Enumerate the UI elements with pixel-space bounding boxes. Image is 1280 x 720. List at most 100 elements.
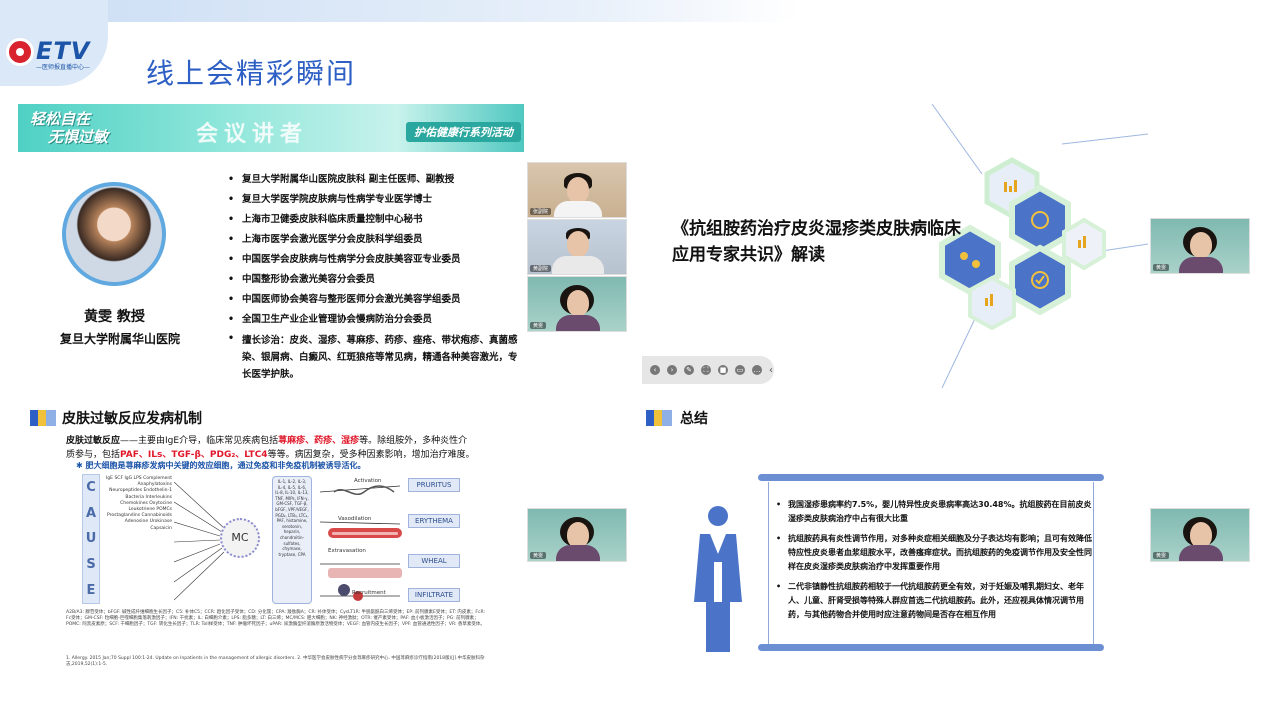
participant-video-6[interactable]: 黄雯 (1150, 508, 1250, 562)
summary-point: 抗组胺药具有炎性调节作用，对多种炎症相关细胞及分子表达均有影响；且可有效降低特应… (774, 532, 1096, 574)
participant-name-tag: 黄雯 (530, 322, 547, 329)
participant-name-tag: 张副院 (530, 208, 552, 215)
credential-item: 复旦大学附属华山医院皮肤科 副主任医师、副教授 (228, 170, 520, 190)
credential-item: 上海市医学会激光医学分会皮肤科学组委员 (228, 230, 520, 250)
credential-item: 中国整形协会激光美容分会委员 (228, 270, 520, 290)
speaker-slide: 轻松自在 无惧过敏 会议讲者 护佑健康行系列活动 黄雯 教授 复旦大学附属华山医… (18, 104, 526, 388)
participant-body (556, 315, 600, 331)
effect-arrow (319, 521, 401, 525)
abbreviation-footnote: A2B/A3: 腺苷受体；bFGF: 碱性成纤维细胞生长因子；C5: 补体C5；… (66, 610, 485, 627)
participant-video-2[interactable]: 黄副院 (527, 219, 627, 275)
banner-tag: 护佑健康行系列活动 (406, 122, 521, 142)
collapse-toolbar-icon[interactable]: ‹ (769, 365, 773, 376)
para-highlight: 荨麻疹、药疹、湿疹 (278, 436, 360, 446)
page-title: 线上会精彩瞬间 (146, 57, 357, 90)
para-text: 等等。病因复杂，受多种因素影响，增加治疗难度。 (267, 450, 475, 460)
speaker-photo (62, 182, 166, 286)
chart-bar-icon (1014, 180, 1017, 192)
references: 1. Allergy. 2015 Jan;70 Suppl 100:1-24. … (66, 656, 485, 667)
participant-name-tag: 黄雯 (530, 552, 547, 559)
prev-slide-button[interactable]: ‹ (650, 365, 660, 375)
summary-point: 二代非镇静性抗组胺药相较于一代抗组胺药更全有效，对于妊娠及哺乳期妇女、老年人、儿… (774, 580, 1096, 622)
chart-bar-icon (1083, 236, 1086, 248)
participant-face (1190, 232, 1212, 258)
vessel-icon (332, 532, 398, 535)
chart-bar-icon (1004, 182, 1007, 192)
camera-button[interactable]: ■ (718, 365, 728, 375)
para-text: ——主要由IgE介导，临床常见疾病包括 (120, 436, 279, 446)
participant-name-tag: 黄雯 (1153, 264, 1170, 271)
leukocyte-icon (338, 584, 350, 596)
credential-item: 全国卫生产业企业管理协会慢病防治分会委员 (228, 310, 520, 330)
hexagon-filled (1009, 184, 1071, 256)
connector-line (931, 104, 983, 175)
participant-body (552, 256, 604, 274)
credential-item: 中国医学会皮肤病与性病学分会皮肤美容亚专业委员 (228, 250, 520, 270)
comment-button[interactable]: ▭ (735, 365, 745, 375)
slogan-line-1: 轻松自在 (30, 110, 91, 128)
participant-face (567, 290, 589, 316)
speaker-banner: 轻松自在 无惧过敏 会议讲者 护佑健康行系列活动 (18, 104, 524, 152)
logo-mark-icon (6, 38, 34, 66)
summary-points: 我国湿疹患病率约7.5%，婴儿特异性皮炎患病率高达30.48%。抗组胺药在目前皮… (774, 498, 1096, 628)
speaker-credentials: 复旦大学附属华山医院皮肤科 副主任医师、副教授 复旦大学医学院皮肤病与性病学专业… (228, 170, 520, 383)
participant-name-tag: 黄副院 (530, 265, 552, 272)
summary-bottom-bar (758, 644, 1104, 651)
effect-label: Extravasation (328, 548, 366, 554)
credential-item: 中国医师协会美容与整形医师分会激光美容学组委员 (228, 290, 520, 310)
pill-icon (972, 260, 980, 268)
speaker-hospital: 复旦大学附属华山医院 (60, 332, 181, 346)
cause-letter: U (85, 531, 97, 547)
mechanism-slide: 皮肤过敏反应发病机制 皮肤过敏反应——主要由IgE介导，临床常见疾病包括荨麻疹、… (30, 398, 526, 676)
participant-body (1179, 257, 1223, 273)
participant-body (554, 201, 602, 217)
mediator-list: IL-1, IL-2, IL-3, IL-4, IL-5, IL-6, IL-8… (272, 476, 312, 604)
effect-label: Activation (354, 478, 382, 484)
more-options-button[interactable]: … (752, 365, 762, 375)
para-highlight: PAF、ILs、TGF-β、PDG₂、LTC4 (120, 450, 268, 460)
chart-bar-icon (1078, 240, 1081, 248)
consensus-title: 《抗组胺药治疗皮炎湿疹类皮肤病临床应用专家共识》解读 (672, 219, 961, 265)
participant-video-1[interactable]: 张副院 (527, 162, 627, 218)
connector-line (1061, 133, 1148, 145)
presentation-toolbar: ‹ › ✎ ⛶ ■ ▭ … ‹ (642, 356, 774, 384)
outcome-box: ERYTHEMA (408, 514, 460, 528)
para-lead: 皮肤过敏反应 (66, 436, 121, 446)
cause-items: IgE SCF IgG LPS Complement Anaphylatoxin… (105, 476, 172, 531)
participant-video-4[interactable]: 黄雯 (1150, 218, 1250, 274)
participant-video-5[interactable]: 黄雯 (527, 508, 627, 562)
banner-title: 会议讲者 (196, 122, 309, 147)
pen-tool-button[interactable]: ✎ (684, 365, 694, 375)
mechanism-paragraph: 皮肤过敏反应——主要由IgE介导，临床常见疾病包括荨麻疹、药疹、湿疹等。除组胺外… (66, 434, 476, 462)
cause-letter: C (86, 480, 96, 496)
section-marker-icon (646, 410, 672, 426)
participant-face (567, 231, 589, 257)
participant-name-tag: 黄雯 (1153, 552, 1170, 559)
outcome-box: WHEAL (408, 554, 460, 568)
credential-item: 复旦大学医学院皮肤病与性病学专业医学博士 (228, 190, 520, 210)
effect-label: Vasodilation (338, 516, 372, 522)
mechanism-diagram: C A U S E IgE SCF IgG LPS Complement Ana… (82, 472, 462, 608)
summary-top-bar (758, 474, 1104, 481)
credential-item: 擅长诊治：皮炎、湿疹、荨麻疹、药疹、痤疮、带状疱疹、真菌感染、银屑病、白癜风、红… (228, 330, 520, 383)
nerve-icon (333, 485, 395, 495)
logo-text: ETV (36, 37, 91, 65)
participant-body (556, 545, 600, 561)
section-marker-icon (30, 410, 56, 426)
participant-video-3[interactable]: 黄雯 (527, 276, 627, 332)
chart-bar-icon (985, 298, 988, 306)
mechanism-title: 皮肤过敏反应发病机制 (62, 411, 202, 427)
mast-cell-note: ✱ 肥大细胞是荨麻疹发病中关键的效应细胞，通过免疫和非免疫机制被诱导活化。 (76, 461, 366, 470)
doctor-illustration (694, 506, 742, 652)
next-slide-button[interactable]: › (667, 365, 677, 375)
chart-bar-icon (990, 294, 993, 306)
outcome-box: INFILTRATE (408, 588, 460, 602)
tissue-icon (328, 568, 402, 578)
effect-label: Recruitment (352, 590, 386, 596)
title-slide: 《抗组胺药治疗皮炎湿疹类皮肤病临床应用专家共识》解读 ‹ › ✎ ⛶ ■ ▭ …… (642, 104, 1148, 388)
summary-point: 我国湿疹患病率约7.5%，婴儿特异性皮炎患病率高达30.48%。抗组胺药在目前皮… (774, 498, 1096, 526)
speaker-name: 黄雯 教授 (84, 309, 145, 325)
cause-column: C A U S E (82, 474, 100, 604)
fullscreen-button[interactable]: ⛶ (701, 365, 711, 375)
header-decor-bar (100, 0, 800, 22)
